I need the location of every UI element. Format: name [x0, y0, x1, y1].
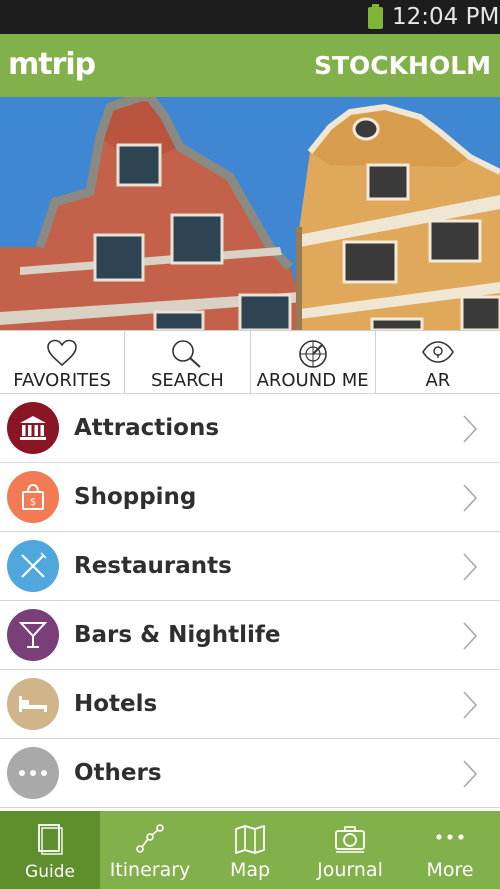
favorites-button[interactable]: FAVORITES: [0, 331, 126, 393]
map-icon: [234, 823, 266, 859]
category-label: Attractions: [74, 415, 220, 441]
category-label: Bars & Nightlife: [74, 622, 281, 648]
chevron-right-icon: [462, 759, 478, 793]
radar-icon: [297, 339, 329, 373]
battery-icon: [368, 4, 383, 29]
clock: 12:04 PM: [392, 4, 500, 30]
tab-label: Map: [229, 859, 271, 881]
tab-itinerary[interactable]: Itinerary: [100, 811, 200, 889]
search-icon: [171, 339, 203, 373]
city-title[interactable]: STOCKHOLM: [314, 50, 491, 82]
around-me-button[interactable]: AROUND ME: [251, 331, 376, 393]
category-label: Others: [74, 760, 162, 786]
search-button[interactable]: SEARCH: [125, 331, 251, 393]
category-label: Restaurants: [74, 553, 232, 579]
eye-icon: [421, 339, 455, 369]
category-label: Hotels: [74, 691, 158, 717]
ar-label: AR: [425, 370, 451, 391]
cutlery-icon: [7, 540, 59, 592]
ar-button[interactable]: AR: [376, 331, 500, 393]
tab-guide[interactable]: Guide: [0, 811, 100, 889]
category-label: Shopping: [74, 484, 197, 510]
chevron-right-icon: [462, 483, 478, 517]
bottom-nav: Guide Itinerary Map Journal More: [0, 811, 500, 889]
chevron-right-icon: [462, 621, 478, 655]
tab-label: Itinerary: [109, 859, 191, 881]
more-dots-icon: [434, 823, 466, 859]
bed-icon: [7, 678, 59, 730]
app-logo: mtrip: [8, 47, 96, 82]
category-attractions[interactable]: Attractions: [0, 394, 500, 463]
shopping-bag-icon: $: [7, 471, 59, 523]
category-others[interactable]: Others: [0, 739, 500, 808]
more-dots-icon: [7, 747, 59, 799]
stockholm-facades-photo: [0, 97, 500, 330]
favorites-label: FAVORITES: [13, 370, 111, 391]
search-label: SEARCH: [150, 370, 224, 391]
heart-icon: [46, 339, 78, 371]
svg-text:$: $: [30, 497, 36, 508]
tab-map[interactable]: Map: [200, 811, 300, 889]
route-icon: [134, 823, 166, 859]
tab-label: Guide: [25, 862, 75, 882]
tab-label: Journal: [317, 859, 383, 881]
status-bar: 12:04 PM: [0, 0, 500, 34]
category-shopping[interactable]: $ Shopping: [0, 463, 500, 532]
quick-actions-bar: FAVORITES SEARCH AROUND ME AR: [0, 330, 500, 394]
category-restaurants[interactable]: Restaurants: [0, 532, 500, 601]
hero-image: [0, 97, 500, 330]
chevron-right-icon: [462, 690, 478, 724]
book-icon: [36, 823, 64, 859]
chevron-right-icon: [462, 552, 478, 586]
cocktail-icon: [7, 609, 59, 661]
tab-label: More: [426, 859, 474, 881]
category-hotels[interactable]: Hotels: [0, 670, 500, 739]
category-list: Attractions $ Shopping Restaurants Bars …: [0, 394, 500, 808]
tab-more[interactable]: More: [400, 811, 500, 889]
tab-journal[interactable]: Journal: [300, 811, 400, 889]
around-me-label: AROUND ME: [256, 370, 369, 391]
app-header: mtrip STOCKHOLM: [0, 34, 500, 97]
camera-icon: [334, 823, 366, 859]
chevron-right-icon: [462, 414, 478, 448]
category-bars-nightlife[interactable]: Bars & Nightlife: [0, 601, 500, 670]
museum-icon: [7, 402, 59, 454]
